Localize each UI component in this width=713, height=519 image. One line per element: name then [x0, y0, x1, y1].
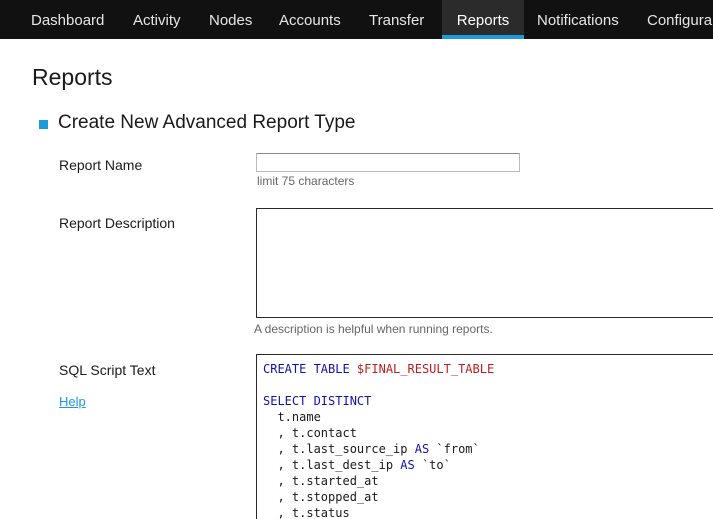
sql-keyword: SELECT DISTINCT — [263, 394, 372, 408]
sql-text: `from` — [429, 442, 480, 456]
tab-accounts[interactable]: Accounts — [279, 0, 341, 39]
sql-text: , t.started_at — [263, 474, 379, 488]
report-description-hint: A description is helpful when running re… — [254, 322, 493, 336]
tab-notifications[interactable]: Notifications — [537, 0, 619, 39]
sql-text: , t.last_dest_ip — [263, 458, 401, 472]
report-name-input[interactable] — [256, 153, 520, 172]
sql-keyword: AS — [400, 458, 415, 472]
sql-variable: $FINAL_RESULT_TABLE — [356, 362, 495, 376]
sql-text: , t.contact — [263, 426, 357, 440]
sql-text: , t.stopped_at — [263, 490, 379, 504]
code-line: t.name — [263, 409, 713, 425]
code-line: , t.stopped_at — [263, 489, 713, 505]
report-description-textarea[interactable] — [256, 208, 713, 318]
report-name-label: Report Name — [59, 157, 143, 173]
report-description-label: Report Description — [59, 215, 175, 231]
sql-script-label: SQL Script Text — [59, 362, 156, 378]
tab-reports[interactable]: Reports — [442, 0, 524, 39]
sql-script-editor[interactable]: CREATE TABLE $FINAL_RESULT_TABLE SELECT D… — [256, 354, 713, 519]
sql-keyword: CREATE TABLE — [263, 362, 357, 376]
tab-dashboard[interactable]: Dashboard — [31, 0, 104, 39]
report-name-hint: limit 75 characters — [257, 174, 355, 188]
code-line: , t.status — [263, 505, 713, 519]
tab-transfer[interactable]: Transfer — [369, 0, 424, 39]
code-line: CREATE TABLE $FINAL_RESULT_TABLE — [263, 361, 713, 377]
code-line: , t.last_source_ip AS `from` — [263, 441, 713, 457]
top-navigation: Dashboard Activity Nodes Accounts Transf… — [0, 0, 713, 39]
sql-text: t.name — [263, 410, 321, 424]
sql-text: , t.last_source_ip — [263, 442, 415, 456]
section-title: Create New Advanced Report Type — [58, 112, 356, 133]
sql-keyword: AS — [414, 442, 430, 456]
help-link[interactable]: Help — [59, 394, 86, 409]
sql-text: `to` — [414, 458, 451, 472]
code-line: , t.started_at — [263, 473, 713, 489]
tab-activity[interactable]: Activity — [133, 0, 181, 39]
page-title: Reports — [32, 64, 113, 90]
square-bullet-icon — [39, 120, 48, 129]
sql-text: , t.status — [263, 506, 350, 519]
code-line: , t.contact — [263, 425, 713, 441]
tab-configuration[interactable]: Configura — [647, 0, 712, 39]
tab-nodes[interactable]: Nodes — [209, 0, 252, 39]
code-line: SELECT DISTINCT — [263, 393, 713, 409]
code-line: , t.last_dest_ip AS `to` — [263, 457, 713, 473]
